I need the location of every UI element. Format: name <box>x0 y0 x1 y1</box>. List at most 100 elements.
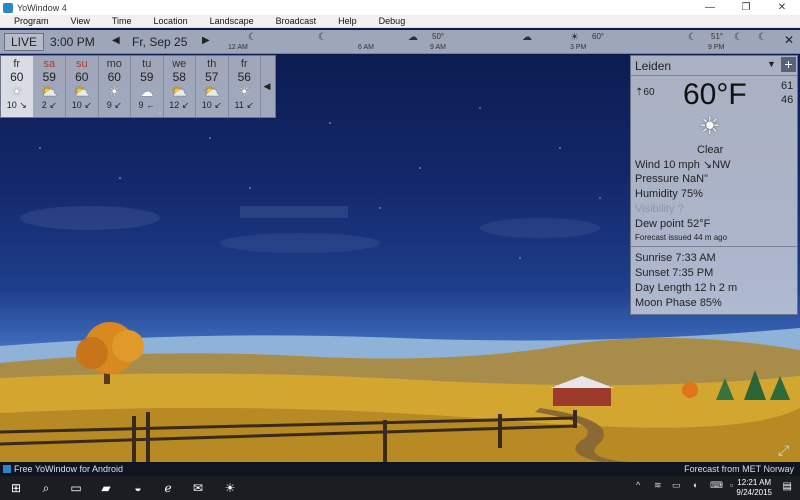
start-icon[interactable]: ⊞ <box>8 480 24 496</box>
minimize-button[interactable]: — <box>692 0 728 15</box>
location-dropdown-icon[interactable]: ▼ <box>767 59 776 69</box>
divider <box>631 246 797 247</box>
forecast-issued: Forecast issued 44 m ago <box>635 233 728 242</box>
menu-program[interactable]: Program <box>0 15 57 27</box>
moon-phase-row: Moon Phase 85% <box>635 297 722 309</box>
day-wind: 9 ← <box>138 100 155 110</box>
day-wind: 10 ↘ <box>6 100 27 110</box>
android-promo-link[interactable]: Free YoWindow for Android <box>14 462 123 476</box>
network-icon[interactable]: ▫ <box>730 480 733 490</box>
location-name[interactable]: Leiden <box>635 59 671 73</box>
pressure-row: Pressure NaN" <box>635 173 708 185</box>
volume-icon[interactable]: ◖ <box>692 480 697 490</box>
sun-icon: ☀ <box>108 84 121 99</box>
menu-time[interactable]: Time <box>98 15 140 27</box>
close-button[interactable]: ✕ <box>764 0 800 15</box>
day-name: su <box>75 58 88 70</box>
visibility-row: Visibility ? <box>635 203 684 215</box>
task-view-icon[interactable]: ▭ <box>68 480 84 496</box>
add-location-button[interactable]: + <box>781 57 796 72</box>
store-icon[interactable]: ◒ <box>130 480 146 496</box>
fullscreen-icon[interactable]: ⤢ <box>778 442 789 459</box>
day-wind: 9 ↙ <box>106 100 122 110</box>
day-name: th <box>207 58 217 70</box>
file-explorer-icon[interactable]: ▰ <box>98 480 114 496</box>
day-name: we <box>172 58 187 70</box>
title-bar: YoWindow 4 — ❐ ✕ <box>0 0 800 15</box>
sun-icon: ☀ <box>699 113 721 140</box>
moon-icon: ☾ <box>318 32 327 43</box>
next-day-button[interactable]: ▶ <box>202 35 210 46</box>
menu-help[interactable]: Help <box>324 15 365 27</box>
day-temp: 56 <box>237 70 251 84</box>
keyboard-icon[interactable]: ⌨ <box>710 480 723 491</box>
window-controls: — ❐ ✕ <box>692 0 800 15</box>
android-promo-icon <box>3 465 11 473</box>
timeline-temp: 60° <box>592 32 605 41</box>
system-clock[interactable]: 12:21 AM 9/24/2015 <box>736 478 772 498</box>
tick-label: 9 AM <box>430 44 446 51</box>
menu-debug[interactable]: Debug <box>365 15 414 27</box>
live-button[interactable]: LIVE <box>4 33 44 51</box>
menu-landscape[interactable]: Landscape <box>196 15 262 27</box>
current-time: 3:00 PM <box>50 35 95 49</box>
low-temp: 46 <box>781 94 794 106</box>
current-temperature: 60°F <box>683 78 747 111</box>
day-wind: 12 ↙ <box>169 100 190 110</box>
day-name: mo <box>106 58 122 70</box>
day-temp: 60 <box>10 70 24 84</box>
sun-cloud-icon: ⛅ <box>171 84 188 99</box>
forecast-day[interactable]: th 57 ⛅ 10 ↙ <box>196 56 229 117</box>
menu-broadcast[interactable]: Broadcast <box>262 15 325 27</box>
collapse-forecast-icon[interactable]: ◀ <box>261 56 273 117</box>
prev-day-button[interactable]: ◀ <box>112 35 120 46</box>
tick-label: 3 PM <box>570 44 587 51</box>
maximize-button[interactable]: ❐ <box>728 0 764 15</box>
yowindow-taskbar-icon[interactable]: ☀ <box>222 480 238 496</box>
sun-icon: ☀ <box>570 32 579 43</box>
search-icon[interactable]: ⌕ <box>38 480 54 496</box>
day-temp: 59 <box>140 70 154 84</box>
divider <box>631 75 797 76</box>
day-wind: 2 ↙ <box>41 100 57 110</box>
timeline-scale[interactable]: ☾ 12 AM ☾ 6 AM ☁ 50° 9 AM ☁ ☀ 60° 3 PM ☾… <box>218 30 778 54</box>
windows-taskbar: ⊞ ⌕ ▭ ▰ ◒ ℯ ✉ ☀ ^ ≋ ▭ ◖ ⌨ ▫ 12:21 AM 9/2… <box>0 476 800 500</box>
cloud-icon: ☁ <box>522 32 532 43</box>
dew-point-row: Dew point 52°F <box>635 218 711 230</box>
feels-like: ⇡60 <box>635 87 655 98</box>
day-wind: 10 ↙ <box>201 100 222 110</box>
forecast-day[interactable]: fr 56 ☀ 11 ↙ <box>229 56 261 117</box>
sun-cloud-icon: ⛅ <box>73 84 90 99</box>
forecast-day[interactable]: mo 60 ☀ 9 ↙ <box>99 56 131 117</box>
notifications-icon[interactable]: ▤ <box>783 481 792 492</box>
forecast-day[interactable]: su 60 ⛅ 10 ↙ <box>66 56 99 117</box>
tray-chevron-icon[interactable]: ^ <box>636 480 640 490</box>
sunset-row: Sunset 7:35 PM <box>635 267 714 279</box>
moon-icon: ☾ <box>734 32 743 43</box>
status-bar: Free YoWindow for Android Forecast from … <box>0 462 800 476</box>
forecast-day[interactable]: sa 59 ⛅ 2 ↙ <box>34 56 66 117</box>
edge-icon[interactable]: ℯ <box>160 480 176 496</box>
humidity-row: Humidity 75% <box>635 188 703 200</box>
menu-view[interactable]: View <box>57 15 98 27</box>
forecast-day[interactable]: fr 60 ☀ 10 ↘ <box>1 56 34 117</box>
battery-icon[interactable]: ▭ <box>672 480 681 491</box>
wifi-icon[interactable]: ≋ <box>654 480 662 491</box>
moon-icon: ☾ <box>688 32 697 43</box>
daily-forecast-strip: fr 60 ☀ 10 ↘ sa 59 ⛅ 2 ↙ su 60 ⛅ 10 ↙ mo… <box>0 55 276 118</box>
menu-location[interactable]: Location <box>140 15 196 27</box>
forecast-day[interactable]: tu 59 ☁ 9 ← <box>131 56 164 117</box>
tick-label: 6 AM <box>358 44 374 51</box>
day-temp: 57 <box>205 70 219 84</box>
sun-cloud-icon: ⛅ <box>41 84 58 99</box>
forecast-source[interactable]: Forecast from MET Norway <box>684 462 794 476</box>
mail-icon[interactable]: ✉ <box>190 480 206 496</box>
cloud-icon: ☁ <box>140 84 154 99</box>
day-name: tu <box>142 58 152 70</box>
forecast-day[interactable]: we 58 ⛅ 12 ↙ <box>164 56 196 117</box>
clock-time: 12:21 AM <box>737 478 772 487</box>
moon-icon: ☾ <box>758 32 767 43</box>
day-length-row: Day Length 12 h 2 m <box>635 282 738 294</box>
close-timeline-icon[interactable]: ✕ <box>784 33 794 47</box>
day-name: fr <box>240 58 248 70</box>
